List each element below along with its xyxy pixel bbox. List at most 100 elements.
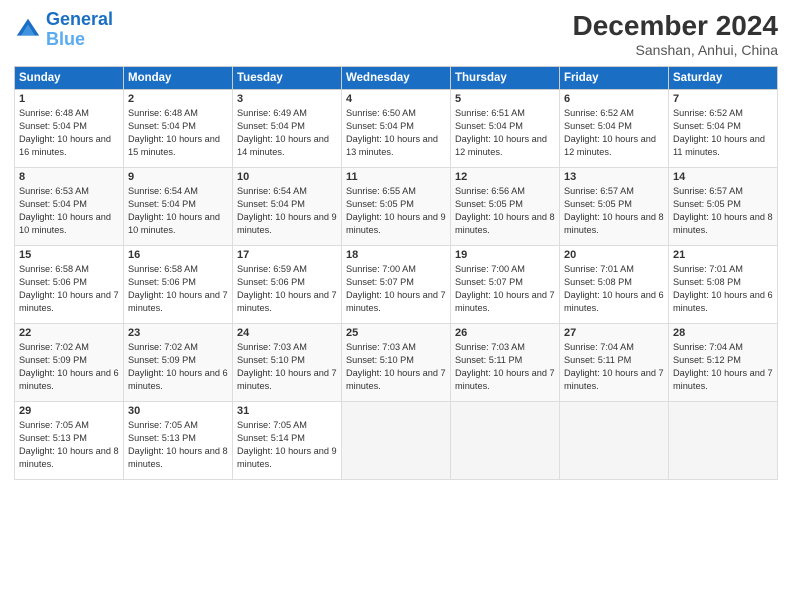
calendar-week-row-1: 1 Sunrise: 6:48 AMSunset: 5:04 PMDayligh… [15, 90, 778, 168]
day-cell-22: 22 Sunrise: 7:02 AMSunset: 5:09 PMDaylig… [15, 324, 124, 402]
day-number: 11 [346, 171, 446, 183]
calendar-week-row-3: 15 Sunrise: 6:58 AMSunset: 5:06 PMDaylig… [15, 246, 778, 324]
day-cell-29: 29 Sunrise: 7:05 AMSunset: 5:13 PMDaylig… [15, 402, 124, 480]
day-cell-1: 1 Sunrise: 6:48 AMSunset: 5:04 PMDayligh… [15, 90, 124, 168]
day-cell-7: 7 Sunrise: 6:52 AMSunset: 5:04 PMDayligh… [669, 90, 778, 168]
weekday-header-wednesday: Wednesday [342, 67, 451, 90]
day-cell-16: 16 Sunrise: 6:58 AMSunset: 5:06 PMDaylig… [124, 246, 233, 324]
weekday-header-thursday: Thursday [451, 67, 560, 90]
day-number: 27 [564, 327, 664, 339]
day-number: 31 [237, 405, 337, 417]
day-number: 28 [673, 327, 773, 339]
day-info: Sunrise: 6:58 AMSunset: 5:06 PMDaylight:… [128, 263, 228, 315]
day-cell-11: 11 Sunrise: 6:55 AMSunset: 5:05 PMDaylig… [342, 168, 451, 246]
weekday-header-saturday: Saturday [669, 67, 778, 90]
day-info: Sunrise: 6:59 AMSunset: 5:06 PMDaylight:… [237, 263, 337, 315]
day-cell-30: 30 Sunrise: 7:05 AMSunset: 5:13 PMDaylig… [124, 402, 233, 480]
day-number: 5 [455, 93, 555, 105]
weekday-header-tuesday: Tuesday [233, 67, 342, 90]
day-cell-17: 17 Sunrise: 6:59 AMSunset: 5:06 PMDaylig… [233, 246, 342, 324]
day-info: Sunrise: 6:57 AMSunset: 5:05 PMDaylight:… [564, 185, 664, 237]
day-info: Sunrise: 7:03 AMSunset: 5:10 PMDaylight:… [237, 341, 337, 393]
day-cell-19: 19 Sunrise: 7:00 AMSunset: 5:07 PMDaylig… [451, 246, 560, 324]
day-info: Sunrise: 6:54 AMSunset: 5:04 PMDaylight:… [128, 185, 228, 237]
page: General Blue December 2024 Sanshan, Anhu… [0, 0, 792, 612]
day-number: 10 [237, 171, 337, 183]
day-cell-25: 25 Sunrise: 7:03 AMSunset: 5:10 PMDaylig… [342, 324, 451, 402]
empty-cell [560, 402, 669, 480]
day-cell-15: 15 Sunrise: 6:58 AMSunset: 5:06 PMDaylig… [15, 246, 124, 324]
day-number: 20 [564, 249, 664, 261]
day-info: Sunrise: 7:05 AMSunset: 5:13 PMDaylight:… [128, 419, 228, 471]
day-info: Sunrise: 6:50 AMSunset: 5:04 PMDaylight:… [346, 107, 446, 159]
weekday-header-friday: Friday [560, 67, 669, 90]
day-number: 13 [564, 171, 664, 183]
day-info: Sunrise: 7:05 AMSunset: 5:13 PMDaylight:… [19, 419, 119, 471]
day-info: Sunrise: 7:00 AMSunset: 5:07 PMDaylight:… [455, 263, 555, 315]
day-info: Sunrise: 6:58 AMSunset: 5:06 PMDaylight:… [19, 263, 119, 315]
day-info: Sunrise: 6:53 AMSunset: 5:04 PMDaylight:… [19, 185, 119, 237]
day-cell-8: 8 Sunrise: 6:53 AMSunset: 5:04 PMDayligh… [15, 168, 124, 246]
day-info: Sunrise: 6:52 AMSunset: 5:04 PMDaylight:… [673, 107, 773, 159]
day-cell-26: 26 Sunrise: 7:03 AMSunset: 5:11 PMDaylig… [451, 324, 560, 402]
day-cell-4: 4 Sunrise: 6:50 AMSunset: 5:04 PMDayligh… [342, 90, 451, 168]
main-title: December 2024 [573, 10, 778, 42]
day-info: Sunrise: 6:52 AMSunset: 5:04 PMDaylight:… [564, 107, 664, 159]
empty-cell [669, 402, 778, 480]
weekday-header-row: SundayMondayTuesdayWednesdayThursdayFrid… [15, 67, 778, 90]
day-info: Sunrise: 7:05 AMSunset: 5:14 PMDaylight:… [237, 419, 337, 471]
day-cell-13: 13 Sunrise: 6:57 AMSunset: 5:05 PMDaylig… [560, 168, 669, 246]
day-info: Sunrise: 7:03 AMSunset: 5:11 PMDaylight:… [455, 341, 555, 393]
day-number: 29 [19, 405, 119, 417]
day-number: 22 [19, 327, 119, 339]
day-cell-28: 28 Sunrise: 7:04 AMSunset: 5:12 PMDaylig… [669, 324, 778, 402]
day-cell-9: 9 Sunrise: 6:54 AMSunset: 5:04 PMDayligh… [124, 168, 233, 246]
day-cell-2: 2 Sunrise: 6:48 AMSunset: 5:04 PMDayligh… [124, 90, 233, 168]
day-number: 30 [128, 405, 228, 417]
day-number: 25 [346, 327, 446, 339]
day-cell-23: 23 Sunrise: 7:02 AMSunset: 5:09 PMDaylig… [124, 324, 233, 402]
calendar-week-row-4: 22 Sunrise: 7:02 AMSunset: 5:09 PMDaylig… [15, 324, 778, 402]
day-cell-10: 10 Sunrise: 6:54 AMSunset: 5:04 PMDaylig… [233, 168, 342, 246]
day-number: 12 [455, 171, 555, 183]
calendar-week-row-5: 29 Sunrise: 7:05 AMSunset: 5:13 PMDaylig… [15, 402, 778, 480]
title-block: December 2024 Sanshan, Anhui, China [573, 10, 778, 58]
sub-title: Sanshan, Anhui, China [573, 42, 778, 58]
day-info: Sunrise: 6:49 AMSunset: 5:04 PMDaylight:… [237, 107, 337, 159]
day-number: 15 [19, 249, 119, 261]
day-cell-20: 20 Sunrise: 7:01 AMSunset: 5:08 PMDaylig… [560, 246, 669, 324]
logo: General Blue [14, 10, 113, 50]
weekday-header-monday: Monday [124, 67, 233, 90]
calendar-week-row-2: 8 Sunrise: 6:53 AMSunset: 5:04 PMDayligh… [15, 168, 778, 246]
empty-cell [342, 402, 451, 480]
day-info: Sunrise: 6:48 AMSunset: 5:04 PMDaylight:… [19, 107, 119, 159]
day-cell-3: 3 Sunrise: 6:49 AMSunset: 5:04 PMDayligh… [233, 90, 342, 168]
day-number: 8 [19, 171, 119, 183]
day-info: Sunrise: 7:01 AMSunset: 5:08 PMDaylight:… [564, 263, 664, 315]
empty-cell [451, 402, 560, 480]
day-info: Sunrise: 6:54 AMSunset: 5:04 PMDaylight:… [237, 185, 337, 237]
day-number: 9 [128, 171, 228, 183]
day-cell-21: 21 Sunrise: 7:01 AMSunset: 5:08 PMDaylig… [669, 246, 778, 324]
day-number: 19 [455, 249, 555, 261]
calendar-table: SundayMondayTuesdayWednesdayThursdayFrid… [14, 66, 778, 480]
day-number: 7 [673, 93, 773, 105]
header: General Blue December 2024 Sanshan, Anhu… [14, 10, 778, 58]
day-cell-12: 12 Sunrise: 6:56 AMSunset: 5:05 PMDaylig… [451, 168, 560, 246]
day-info: Sunrise: 7:04 AMSunset: 5:12 PMDaylight:… [673, 341, 773, 393]
day-number: 16 [128, 249, 228, 261]
day-number: 14 [673, 171, 773, 183]
day-number: 21 [673, 249, 773, 261]
day-info: Sunrise: 6:57 AMSunset: 5:05 PMDaylight:… [673, 185, 773, 237]
day-cell-14: 14 Sunrise: 6:57 AMSunset: 5:05 PMDaylig… [669, 168, 778, 246]
day-cell-31: 31 Sunrise: 7:05 AMSunset: 5:14 PMDaylig… [233, 402, 342, 480]
day-cell-27: 27 Sunrise: 7:04 AMSunset: 5:11 PMDaylig… [560, 324, 669, 402]
day-number: 1 [19, 93, 119, 105]
day-info: Sunrise: 7:00 AMSunset: 5:07 PMDaylight:… [346, 263, 446, 315]
day-info: Sunrise: 7:04 AMSunset: 5:11 PMDaylight:… [564, 341, 664, 393]
day-cell-18: 18 Sunrise: 7:00 AMSunset: 5:07 PMDaylig… [342, 246, 451, 324]
day-info: Sunrise: 7:01 AMSunset: 5:08 PMDaylight:… [673, 263, 773, 315]
logo-text: General Blue [46, 10, 113, 50]
day-cell-24: 24 Sunrise: 7:03 AMSunset: 5:10 PMDaylig… [233, 324, 342, 402]
day-info: Sunrise: 6:51 AMSunset: 5:04 PMDaylight:… [455, 107, 555, 159]
